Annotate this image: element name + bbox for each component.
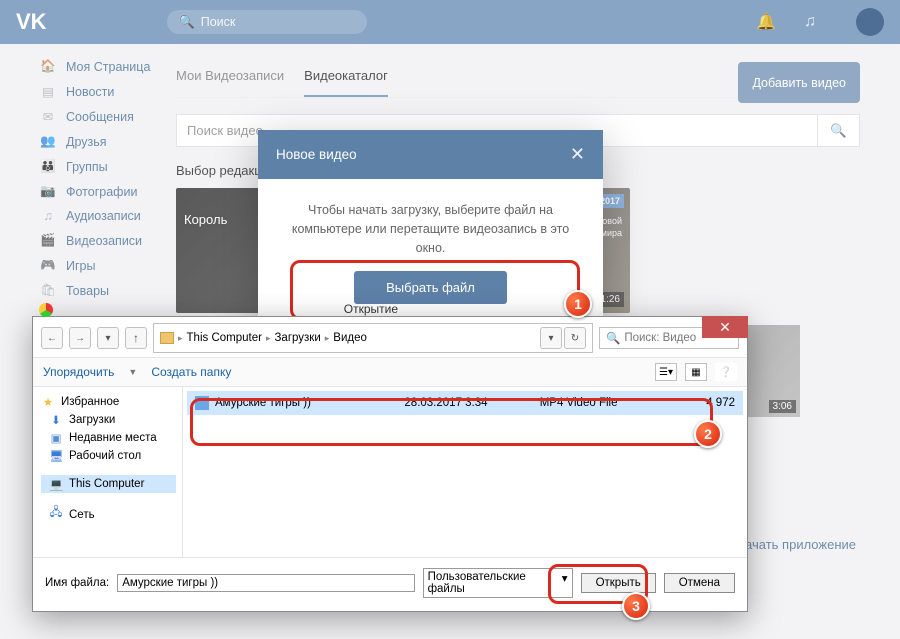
- filename-input[interactable]: [117, 574, 414, 592]
- video-file-icon: [195, 396, 209, 410]
- add-video-button[interactable]: Добавить видео: [738, 62, 860, 103]
- refresh-icon[interactable]: ↻: [564, 327, 586, 349]
- close-icon[interactable]: ✕: [570, 144, 585, 165]
- mail-icon: ✉: [40, 109, 56, 124]
- sidebar-item-profile[interactable]: 🏠Моя Страница: [40, 54, 170, 79]
- search-icon: 🔍: [179, 14, 195, 30]
- games-icon: 🎮: [40, 258, 56, 273]
- forward-button[interactable]: →: [69, 327, 91, 349]
- file-type-select[interactable]: Пользовательские файлы▾: [423, 568, 573, 598]
- annotation-callout-2: 2: [694, 420, 722, 448]
- modal-body: Чтобы начать загрузку, выберите файл на …: [258, 179, 603, 330]
- sidebar-item-news[interactable]: ▤Новости: [40, 79, 170, 104]
- help-icon[interactable]: ❔: [715, 363, 737, 381]
- fav-desktop[interactable]: 🖥Рабочий стол: [41, 447, 176, 465]
- chevron-right-icon: ▸: [178, 333, 183, 344]
- vk-header: VK 🔍 Поиск 🔔 ♫: [0, 0, 900, 44]
- chevron-right-icon: ▸: [325, 333, 330, 344]
- news-icon: ▤: [40, 84, 56, 99]
- folder-icon: [160, 332, 174, 344]
- tabs: Мои Видеозаписи Видеокаталог Добавить ви…: [176, 56, 860, 98]
- file-name: Амурские тигры )): [215, 397, 404, 409]
- view-mode-button[interactable]: ☰▾: [655, 363, 677, 381]
- dialog-title: Открытие: [344, 302, 398, 316]
- tab-catalog[interactable]: Видеокаталог: [304, 56, 388, 97]
- dialog-navbar: ← → ▾ ↑ ▸ This Computer▸ Загрузки▸ Видео…: [33, 317, 747, 358]
- thumb-label: Король: [184, 212, 227, 227]
- search-placeholder: Поиск: [201, 15, 236, 29]
- sidebar-item-photos[interactable]: 📷Фотографии: [40, 179, 170, 204]
- file-row[interactable]: Амурские тигры )) 28.03.2017 3:34 MP4 Vi…: [187, 391, 743, 415]
- market-icon: 🛍: [40, 283, 56, 298]
- duration-badge: 3:06: [769, 400, 796, 413]
- dialog-toolbar: Упорядочить ▼ Создать папку ☰▾ ▦ ❔: [33, 358, 747, 387]
- download-icon: ⬇: [49, 413, 63, 427]
- network-icon: 🖧: [49, 505, 63, 524]
- sidebar-item-friends[interactable]: 👥Друзья: [40, 129, 170, 154]
- avatar[interactable]: [856, 8, 884, 36]
- back-button[interactable]: ←: [41, 327, 63, 349]
- modal-text: Чтобы начать загрузку, выберите файл на …: [284, 201, 577, 257]
- music-icon[interactable]: ♫: [804, 13, 816, 31]
- filename-label: Имя файла:: [45, 577, 109, 589]
- search-icon: 🔍: [606, 331, 620, 345]
- sidebar-item-groups[interactable]: 👪Группы: [40, 154, 170, 179]
- annotation-callout-1: 1: [564, 290, 592, 318]
- chevron-down-icon[interactable]: ▾: [540, 327, 562, 349]
- modal-header: Новое видео ✕: [258, 130, 603, 179]
- vk-logo[interactable]: VK: [16, 9, 47, 35]
- window-close-button[interactable]: ✕: [702, 316, 748, 338]
- favorites-panel: ★Избранное ⬇Загрузки ▣Недавние места 🖥Ра…: [33, 387, 183, 557]
- new-folder-button[interactable]: Создать папку: [151, 365, 231, 379]
- cancel-button[interactable]: Отмена: [664, 573, 735, 593]
- computer-icon: 💻: [49, 477, 63, 491]
- chrome-icon: [39, 303, 53, 317]
- tab-my-videos[interactable]: Мои Видеозаписи: [176, 56, 284, 97]
- chevron-down-icon: ▼: [128, 367, 137, 377]
- network[interactable]: 🖧Сеть: [41, 503, 176, 526]
- file-size: 4 972: [675, 397, 735, 409]
- file-open-dialog: Открытие ✕ ← → ▾ ↑ ▸ This Computer▸ Загр…: [32, 316, 748, 612]
- up-button[interactable]: ↑: [125, 327, 147, 349]
- sidebar-item-video[interactable]: 🎬Видеозаписи: [40, 228, 170, 253]
- fav-recent[interactable]: ▣Недавние места: [41, 429, 176, 447]
- file-list: Амурские тигры )) 28.03.2017 3:34 MP4 Vi…: [183, 387, 747, 557]
- sidebar-item-audio[interactable]: ♫Аудиозаписи: [40, 204, 170, 228]
- favorites-header[interactable]: ★Избранное: [41, 393, 176, 411]
- chevron-down-icon: ▾: [562, 571, 568, 595]
- home-icon: 🏠: [40, 59, 56, 74]
- friends-icon: 👥: [40, 134, 56, 149]
- photo-icon: 📷: [40, 184, 56, 199]
- recent-button[interactable]: ▾: [97, 327, 119, 349]
- upload-modal: Новое видео ✕ Чтобы начать загрузку, выб…: [258, 130, 603, 330]
- modal-title: Новое видео: [276, 147, 357, 162]
- video-search-button[interactable]: 🔍: [818, 114, 860, 147]
- recent-icon: ▣: [49, 431, 63, 445]
- bell-icon[interactable]: 🔔: [756, 12, 776, 32]
- organize-menu[interactable]: Упорядочить: [43, 365, 114, 379]
- file-date: 28.03.2017 3:34: [404, 397, 539, 409]
- audio-icon: ♫: [40, 209, 56, 223]
- chevron-right-icon: ▸: [266, 333, 271, 344]
- choose-file-button[interactable]: Выбрать файл: [354, 271, 507, 304]
- search-bar[interactable]: 🔍 Поиск: [167, 10, 367, 34]
- preview-pane-button[interactable]: ▦: [685, 363, 707, 381]
- file-type: MP4 Video File: [540, 397, 675, 409]
- fav-downloads[interactable]: ⬇Загрузки: [41, 411, 176, 429]
- open-button[interactable]: Открыть: [581, 573, 656, 593]
- desktop-icon: 🖥: [49, 449, 63, 463]
- groups-icon: 👪: [40, 159, 56, 174]
- header-icons: 🔔 ♫: [756, 8, 884, 36]
- annotation-callout-3: 3: [622, 592, 650, 620]
- this-pc[interactable]: 💻This Computer: [41, 475, 176, 493]
- sidebar-item-market[interactable]: 🛍Товары: [40, 278, 170, 303]
- breadcrumb[interactable]: ▸ This Computer▸ Загрузки▸ Видео ▾↻: [153, 323, 593, 353]
- star-icon: ★: [41, 395, 55, 409]
- sidebar-item-games[interactable]: 🎮Игры: [40, 253, 170, 278]
- sidebar-item-messages[interactable]: ✉Сообщения: [40, 104, 170, 129]
- video-icon: 🎬: [40, 233, 56, 248]
